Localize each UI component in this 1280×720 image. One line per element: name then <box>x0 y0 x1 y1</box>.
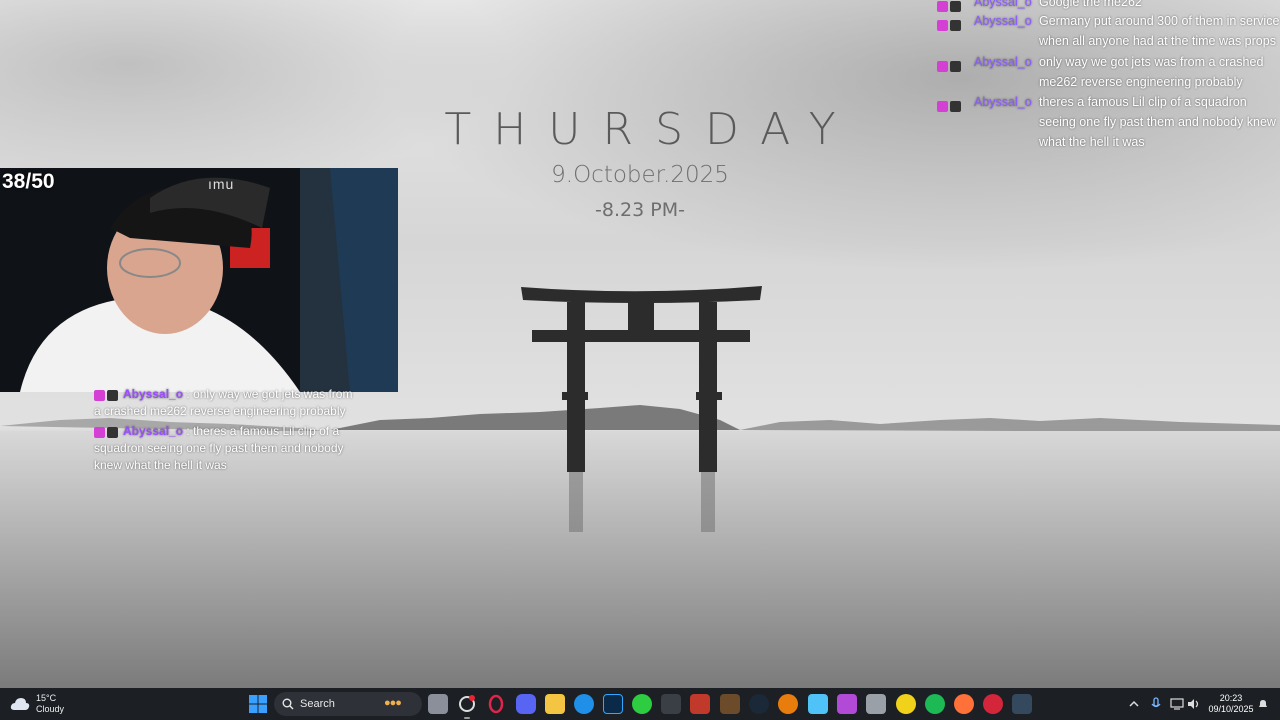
minecraft-icon[interactable] <box>720 694 740 714</box>
davinci-icon[interactable] <box>661 694 681 714</box>
chat-badges <box>94 386 120 403</box>
chat-message-right-3: Abyssal_o only way we got jets was from … <box>937 52 1280 92</box>
sound-badge-icon <box>107 426 118 438</box>
heart-badge-icon <box>937 61 948 73</box>
clock-date: 09/10/2025 <box>1208 704 1254 714</box>
app-grey-icon[interactable] <box>866 694 886 714</box>
weather-temperature: 15°C <box>36 693 57 703</box>
edge-icon[interactable] <box>574 694 594 714</box>
chat-separator: : <box>186 424 190 438</box>
notepad-icon[interactable] <box>808 694 828 714</box>
file-explorer-icon[interactable] <box>545 694 565 714</box>
chat-message-left-1: Abyssal_o : only way we got jets was fro… <box>94 386 354 420</box>
spotify-icon[interactable] <box>925 694 945 714</box>
chat-text: theres a famous Lil clip of a squadron s… <box>1039 95 1276 149</box>
chat-message-right-2: Abyssal_o Germany put around 300 of them… <box>937 11 1280 51</box>
voice-meeter-icon[interactable] <box>690 694 710 714</box>
firefox-icon[interactable] <box>954 694 974 714</box>
sound-badge-icon <box>107 389 118 401</box>
microphone-icon[interactable] <box>1150 688 1162 720</box>
heart-badge-icon <box>94 389 105 401</box>
chat-username: Abyssal_o <box>123 387 184 401</box>
heart-badge-icon <box>94 426 105 438</box>
blender-icon[interactable] <box>778 694 798 714</box>
tray-overflow-chevron-icon[interactable] <box>1128 688 1140 720</box>
rs-app-icon[interactable] <box>1012 694 1032 714</box>
windows-icon <box>249 695 267 713</box>
chat-text: only way we got jets was from a crashed … <box>1039 55 1264 89</box>
webcam-feed <box>0 168 398 392</box>
webcam-overlay: 38/50 ımu <box>0 168 398 392</box>
twitch-icon[interactable] <box>837 694 857 714</box>
webcam-counter: 38/50 <box>2 170 55 193</box>
search-icon <box>282 698 294 710</box>
sound-badge-icon <box>950 20 961 32</box>
steam-icon[interactable] <box>749 694 769 714</box>
taskbar-search[interactable]: Search ●●● <box>274 692 422 716</box>
clock-time: 20:23 <box>1219 693 1243 703</box>
chat-message-right-4: Abyssal_o theres a famous Lil clip of a … <box>937 92 1280 152</box>
chat-username: Abyssal_o <box>974 95 1032 109</box>
start-button[interactable] <box>248 694 268 714</box>
heart-badge-icon <box>937 101 948 113</box>
notification-bell-icon[interactable] <box>1257 688 1269 720</box>
app-yellow-icon[interactable] <box>896 694 916 714</box>
chat-separator: : <box>186 387 190 401</box>
app-green-icon[interactable] <box>632 694 652 714</box>
heart-badge-icon <box>937 20 948 32</box>
taskbar: 15°C Cloudy Search ●●● 20:23 09/10/2025 <box>0 688 1280 720</box>
chat-text: Germany put around 300 of them in servic… <box>1039 14 1280 48</box>
volume-icon[interactable] <box>1187 688 1201 720</box>
chat-username: Abyssal_o <box>123 424 184 438</box>
search-placeholder: Search <box>300 698 335 710</box>
weather-description: Cloudy <box>36 704 65 714</box>
sound-badge-icon <box>950 101 961 113</box>
photoshop-icon[interactable] <box>603 694 623 714</box>
chat-message-left-2: Abyssal_o : theres a famous Lil clip of … <box>94 423 354 474</box>
discord-icon[interactable] <box>516 694 536 714</box>
search-highlight-icon: ●●● <box>384 697 402 709</box>
opera-gx-icon[interactable] <box>486 694 506 714</box>
chat-username: Abyssal_o <box>974 55 1032 69</box>
app-red-icon[interactable] <box>983 694 1003 714</box>
cloud-icon <box>10 697 30 711</box>
task-view-icon[interactable] <box>428 694 448 714</box>
network-icon[interactable] <box>1170 688 1184 720</box>
copilot-icon[interactable] <box>457 694 477 714</box>
chat-badges <box>94 423 120 440</box>
taskbar-clock[interactable]: 20:23 09/10/2025 <box>1206 693 1256 715</box>
active-indicator <box>464 717 470 719</box>
weather-widget[interactable]: 15°C Cloudy <box>10 692 64 716</box>
chat-username: Abyssal_o <box>974 14 1032 28</box>
sound-badge-icon <box>950 61 961 73</box>
cap-logo-text: ımu <box>208 176 235 192</box>
